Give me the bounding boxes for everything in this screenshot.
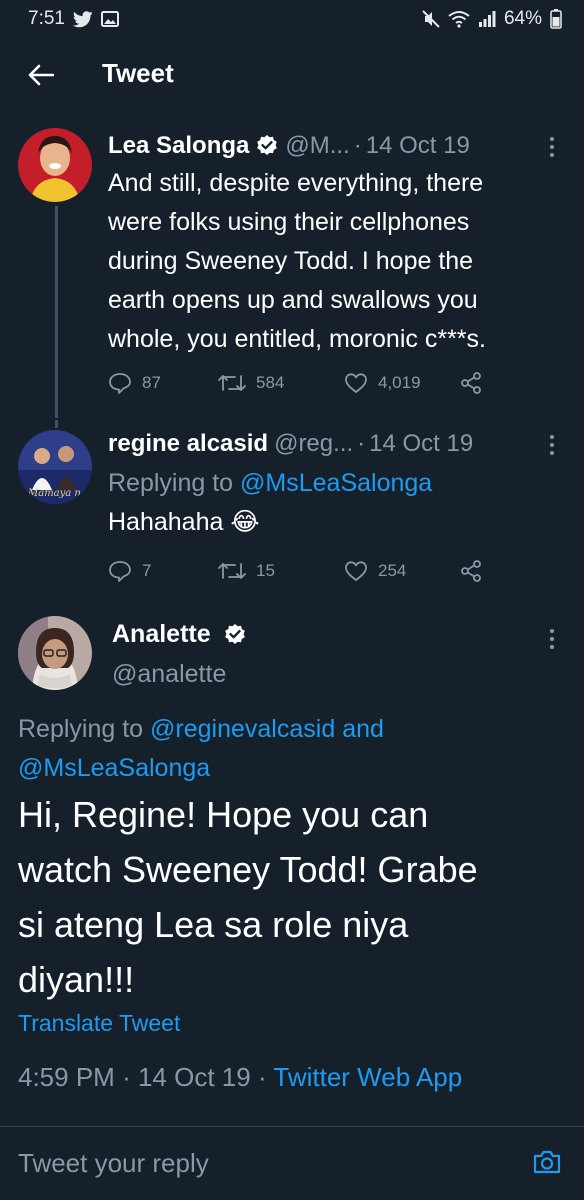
clock: 7:51 — [28, 8, 65, 29]
gallery-icon — [100, 11, 119, 27]
like-button[interactable]: 254 — [344, 560, 406, 582]
tweet-text: And still, despite everything, there wer… — [108, 164, 554, 359]
avatar-caption: Mamaya na! — [27, 488, 91, 499]
top-bar: Tweet — [0, 40, 584, 110]
reply-count: 87 — [142, 373, 161, 392]
text-line: si ateng Lea sa role niya — [18, 904, 409, 945]
translate-tweet-link[interactable]: Translate Tweet — [18, 1010, 180, 1037]
author-handle: @analette — [112, 660, 227, 688]
separator-dot: · — [257, 1062, 267, 1092]
replying-to: Replying to @MsLeaSalonga — [108, 464, 554, 503]
reply-icon — [109, 373, 131, 394]
mention-link[interactable]: @MsLeaSalonga — [240, 469, 432, 497]
text-line: And still, despite everything, there — [108, 169, 484, 197]
more-options-icon[interactable] — [542, 624, 562, 654]
avatar[interactable] — [18, 616, 92, 690]
replying-label: Replying to — [18, 715, 144, 743]
signal-icon — [478, 11, 496, 27]
tweet-header: Lea Salonga @M... · 14 Oct 19 — [108, 130, 558, 162]
page-title: Tweet — [102, 58, 174, 88]
retweet-count: 15 — [256, 561, 275, 580]
text-line: during Sweeney Todd. I hope the — [108, 247, 474, 275]
share-icon — [461, 560, 481, 582]
battery-percent: 64% — [503, 8, 542, 29]
author-name[interactable]: Analette — [112, 620, 211, 649]
retweet-button[interactable]: 15 — [218, 561, 275, 581]
reply-bar — [0, 1127, 584, 1200]
separator-dot: · — [357, 430, 366, 457]
like-count: 4,019 — [378, 373, 421, 392]
text-line: earth opens up and swallows you — [108, 286, 478, 314]
like-button[interactable]: 4,019 — [344, 372, 421, 394]
tweet-body: Replying to @MsLeaSalonga Hahahaha 😂 — [108, 464, 554, 542]
text-line: watch Sweeney Todd! Grabe — [18, 849, 478, 890]
mention-link[interactable]: @MsLeaSalonga — [18, 754, 210, 782]
camera-icon[interactable] — [530, 1145, 564, 1179]
share-button[interactable] — [460, 372, 482, 394]
more-options-icon[interactable] — [542, 430, 562, 460]
separator-dot: · — [353, 132, 362, 159]
avatar[interactable] — [18, 128, 92, 202]
verified-badge-icon — [223, 623, 247, 647]
replying-label: Replying to — [108, 469, 234, 497]
share-button[interactable] — [460, 560, 482, 582]
reply-icon — [109, 561, 131, 582]
heart-icon — [345, 561, 367, 581]
retweet-icon — [218, 375, 246, 391]
tweet-regine-alcasid[interactable]: Mamaya na! regine alcasid @reg... · 14 O… — [0, 420, 584, 610]
wifi-icon — [448, 10, 470, 28]
tweet-time: 4:59 PM — [18, 1062, 115, 1092]
reply-button[interactable]: 87 — [108, 372, 161, 394]
text-line: whole, you entitled, moronic c***s. — [108, 325, 486, 353]
twitter-bird-icon — [72, 10, 93, 28]
verified-badge-icon — [255, 134, 279, 158]
tweet-date: 14 Oct 19 — [137, 1062, 251, 1092]
retweet-button[interactable]: 584 — [218, 373, 284, 393]
author-name[interactable]: Lea Salonga — [108, 132, 249, 160]
heart-icon — [345, 373, 367, 393]
battery-icon — [550, 9, 562, 29]
tweet-actions: 87 584 4,019 — [108, 368, 498, 398]
author-name[interactable]: regine alcasid — [108, 430, 268, 458]
reply-input[interactable] — [18, 1143, 498, 1183]
reply-button[interactable]: 7 — [108, 560, 151, 582]
text-line: diyan!!! — [18, 959, 135, 1000]
share-icon — [461, 372, 481, 394]
tweet-date: 14 Oct 19 — [365, 132, 470, 159]
thread-line — [55, 420, 58, 428]
separator-dot: · — [122, 1062, 131, 1092]
like-count: 254 — [378, 561, 407, 580]
back-arrow-icon[interactable] — [24, 58, 58, 92]
tweet-meta: 4:59 PM · 14 Oct 19 · Twitter Web App — [18, 1062, 462, 1093]
tweet-text: Hahahaha 😂 — [108, 508, 260, 536]
retweet-icon — [218, 563, 246, 579]
tweet-actions: 7 15 254 — [108, 556, 498, 586]
tweet-source-link[interactable]: Twitter Web App — [273, 1062, 462, 1092]
main-author: Analette — [112, 620, 247, 649]
more-options-icon[interactable] — [542, 132, 562, 162]
mention-conjunction: and — [342, 715, 384, 743]
author-handle: @reg... — [274, 430, 354, 457]
main-tweet-text: Hi, Regine! Hope you can watch Sweeney T… — [18, 787, 574, 1007]
tweet-date: 14 Oct 19 — [369, 430, 474, 457]
author-handle: @M... — [285, 132, 350, 159]
text-line: Hi, Regine! Hope you can — [18, 794, 429, 835]
tweet-lea-salonga[interactable]: Lea Salonga @M... · 14 Oct 19 And still,… — [0, 120, 584, 420]
retweet-count: 584 — [256, 373, 285, 392]
replying-to: Replying to @reginevalcasid and @MsLeaSa… — [18, 710, 558, 788]
thread-line — [55, 206, 58, 418]
reply-count: 7 — [142, 561, 152, 580]
mute-icon — [422, 10, 440, 28]
avatar[interactable]: Mamaya na! — [18, 430, 92, 504]
text-line: were folks using their cellphones — [108, 208, 470, 236]
status-bar: 7:51 64% — [0, 0, 584, 38]
tweet-header: regine alcasid @reg... · 14 Oct 19 — [108, 428, 558, 460]
mention-link[interactable]: @reginevalcasid — [150, 715, 335, 743]
